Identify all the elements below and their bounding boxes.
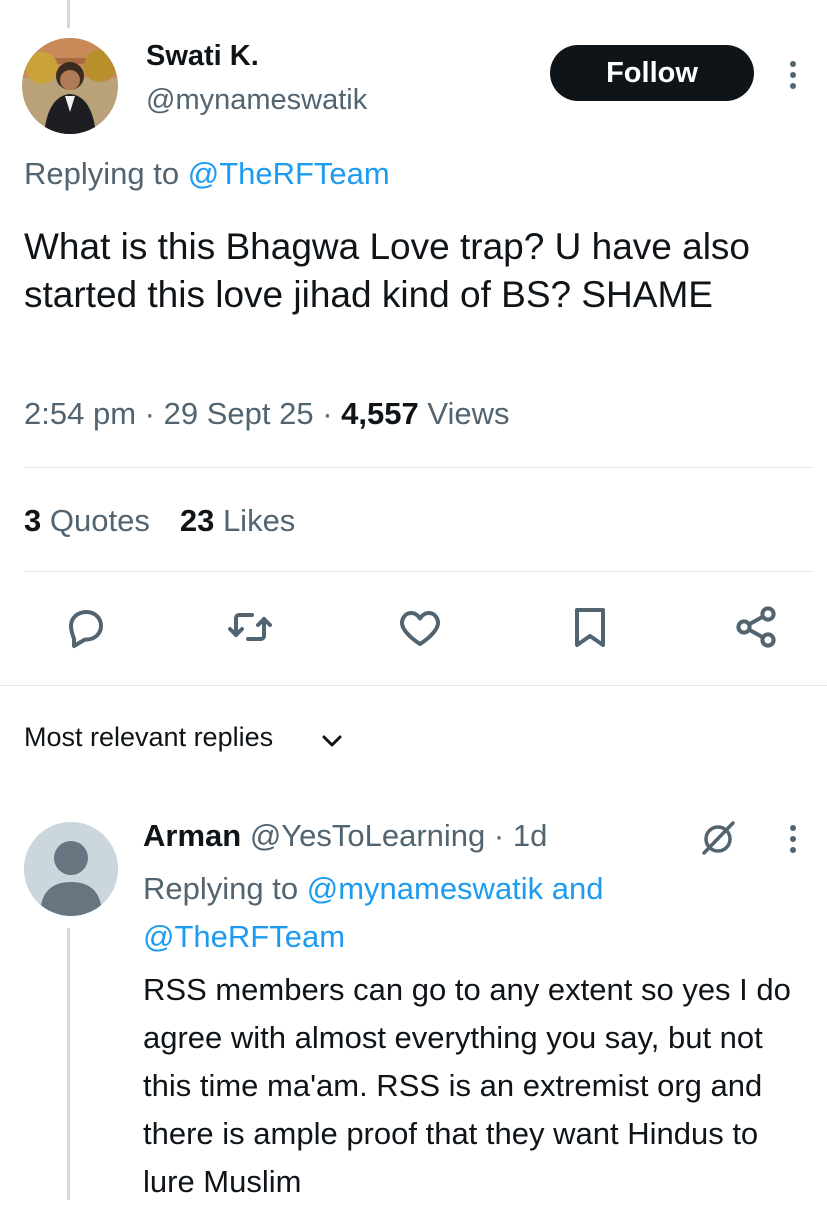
views-count: 4,557 bbox=[341, 396, 419, 431]
follow-button[interactable]: Follow bbox=[550, 45, 754, 101]
reply-icon[interactable] bbox=[62, 603, 110, 651]
more-options-icon[interactable] bbox=[783, 822, 803, 856]
quotes-count: 3 bbox=[24, 503, 42, 538]
tweet-meta: 2:54 pm · 29 Sept 25 · 4,557 Views bbox=[24, 396, 509, 432]
likes-label: Likes bbox=[222, 503, 296, 538]
replying-handle-link[interactable]: @TheRFTeam bbox=[143, 919, 345, 954]
meta-separator: · bbox=[144, 396, 155, 431]
avatar[interactable] bbox=[22, 38, 118, 134]
reply-author-handle[interactable]: @YesToLearning bbox=[250, 818, 485, 853]
replying-prefix: Replying to bbox=[143, 871, 307, 906]
author-handle[interactable]: @mynameswatik bbox=[146, 84, 367, 117]
author-name[interactable]: Swati K. bbox=[146, 40, 259, 73]
avatar[interactable] bbox=[24, 822, 118, 916]
more-options-icon[interactable] bbox=[783, 58, 803, 92]
reply-author-name[interactable]: Arman bbox=[143, 818, 241, 853]
tweet-stats: 3 Quotes 23 Likes bbox=[24, 503, 295, 539]
likes-count: 23 bbox=[179, 503, 215, 538]
replying-handle-link[interactable]: @TheRFTeam bbox=[188, 156, 390, 191]
reply-text: RSS members can go to any extent so yes … bbox=[143, 972, 791, 1199]
reply-separator: · bbox=[493, 818, 505, 853]
chevron-down-icon[interactable] bbox=[320, 732, 344, 750]
meta-separator: · bbox=[322, 396, 333, 431]
replying-handle-link[interactable]: @mynameswatik bbox=[307, 871, 543, 906]
views-label: Views bbox=[427, 396, 510, 431]
reply-header: Arman @YesToLearning · 1d bbox=[143, 818, 547, 854]
divider bbox=[0, 685, 827, 686]
replying-to: Replying to @TheRFTeam bbox=[24, 156, 390, 192]
thread-line bbox=[67, 0, 70, 28]
reply-replying-to: Replying to @mynameswatik and @TheRFTeam bbox=[143, 865, 783, 961]
like-icon[interactable] bbox=[396, 603, 444, 651]
quotes-label: Quotes bbox=[49, 503, 150, 538]
tweet-date[interactable]: 29 Sept 25 bbox=[164, 396, 314, 431]
tweet-text: What is this Bhagwa Love trap? U have al… bbox=[24, 226, 750, 315]
replies-sort-title[interactable]: Most relevant replies bbox=[24, 722, 273, 753]
grok-icon[interactable] bbox=[698, 818, 738, 858]
thread-line bbox=[67, 928, 70, 1200]
divider bbox=[24, 571, 812, 572]
likes-stat[interactable]: 23 Likes bbox=[180, 503, 295, 538]
replying-and: and bbox=[543, 871, 604, 906]
divider bbox=[24, 467, 812, 468]
tweet-time[interactable]: 2:54 pm bbox=[24, 396, 136, 431]
bookmark-icon[interactable] bbox=[566, 603, 614, 651]
reply-age[interactable]: 1d bbox=[513, 818, 547, 853]
share-icon[interactable] bbox=[732, 603, 780, 651]
replying-prefix: Replying to bbox=[24, 156, 188, 191]
retweet-icon[interactable] bbox=[226, 603, 274, 651]
quotes-stat[interactable]: 3 Quotes bbox=[24, 503, 150, 538]
